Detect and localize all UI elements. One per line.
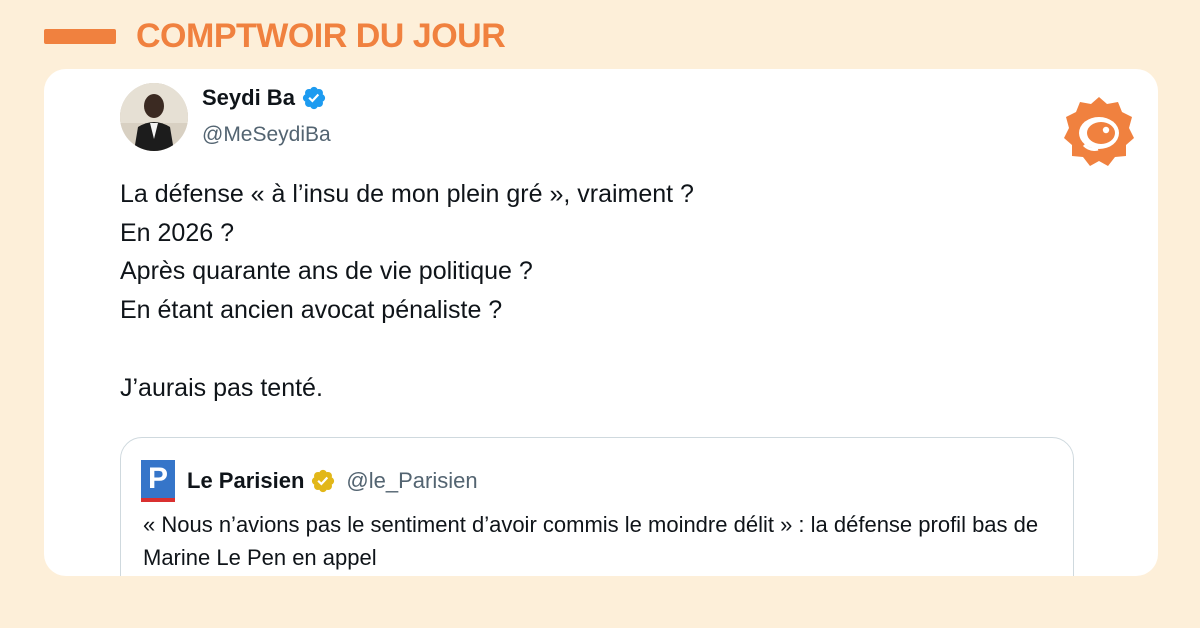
tweet-line: Après quarante ans de vie politique ? (120, 257, 533, 286)
header: COMPTWOIR DU JOUR (44, 14, 506, 58)
quoted-author-name[interactable]: Le Parisien (187, 468, 304, 494)
tweet-line: En 2026 ? (120, 218, 234, 247)
author-handle[interactable]: @MeSeydiBa (202, 123, 331, 147)
author-name[interactable]: Seydi Ba (202, 85, 327, 111)
le-parisien-logo-icon: P (141, 460, 175, 502)
header-title: COMPTWOIR DU JOUR (136, 16, 506, 55)
quoted-author-handle[interactable]: @le_Parisien (346, 468, 477, 494)
gold-check-icon (312, 469, 335, 493)
author-name-text: Seydi Ba (202, 85, 295, 110)
quoted-tweet[interactable]: P Le Parisien @le_Parisien « Nous n’avio… (120, 437, 1074, 576)
quoted-tweet-text: « Nous n’avions pas le sentiment d’avoir… (143, 512, 1039, 570)
verified-badge-icon (302, 86, 326, 110)
tweet-line: En étant ancien avocat pénaliste ? (120, 296, 503, 325)
tweet-line: J’aurais pas tenté. (120, 373, 323, 402)
tweet-line: La défense « à l’insu de mon plein gré »… (120, 180, 694, 208)
header-accent-bar (44, 28, 116, 44)
avatar[interactable] (120, 83, 188, 151)
quoted-tweet-header: P Le Parisien @le_Parisien (141, 460, 478, 502)
brand-logo-icon (1064, 97, 1134, 166)
avatar-photo (120, 83, 188, 151)
tweet-body: La défense « à l’insu de mon plein gré »… (120, 175, 1020, 407)
tweet-card: Seydi Ba @MeSeydiBa La défense « à l’ins… (44, 69, 1158, 576)
